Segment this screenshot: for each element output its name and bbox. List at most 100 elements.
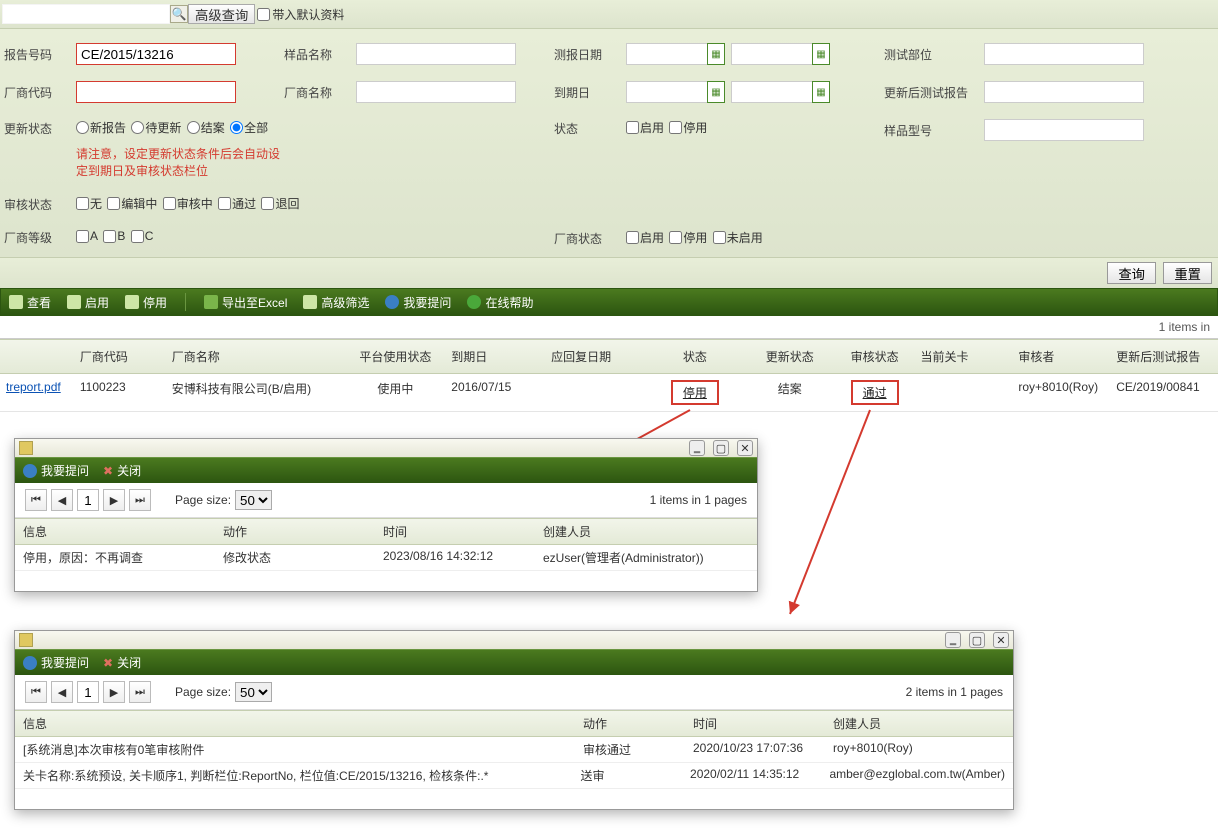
due-date-to-input[interactable] [731,81,813,103]
calendar-icon[interactable]: ▦ [707,81,725,103]
check-c[interactable]: C [131,229,154,243]
pager-count: 2 items in 1 pages [906,685,1003,699]
document-icon [67,295,81,309]
update-status-note: 请注意，设定更新状态条件后会自动设定到期日及审核状态栏位 [76,145,284,179]
close-icon[interactable]: ✕ [737,440,753,456]
check-ss-notyet[interactable]: 未启用 [713,229,763,246]
file-link[interactable]: treport.pdf [6,380,61,394]
check-b[interactable]: B [103,229,125,243]
popup-ask[interactable]: 我要提问 [23,462,89,479]
radio-pending[interactable]: 待更新 [131,119,181,136]
check-editing[interactable]: 编辑中 [107,195,157,212]
calendar-icon[interactable]: ▦ [812,81,830,103]
pager-prev[interactable]: ◀ [51,681,73,703]
cell-due: 2016/07/15 [445,376,545,409]
check-reviewing[interactable]: 审核中 [163,195,213,212]
minimize-icon[interactable]: ‗ [945,632,961,648]
supplier-status-label: 厂商状态 [554,230,614,247]
col-auditor[interactable]: 审核者 [1012,344,1110,369]
check-ss-enable[interactable]: 启用 [626,229,664,246]
update-status-label: 更新状态 [4,120,64,137]
page-size-select[interactable]: 50 [235,682,272,702]
col-code[interactable]: 厂商代码 [74,344,166,369]
advanced-search-button[interactable]: 高级查询 [188,4,255,24]
pager-next[interactable]: ▶ [103,681,125,703]
popup-toolbar: 我要提问 ✖关闭 [15,649,1013,675]
popup-close[interactable]: ✖关闭 [103,654,141,671]
col-platform[interactable]: 平台使用状态 [345,344,445,369]
radio-new[interactable]: 新报告 [76,119,126,136]
report-no-input[interactable] [76,43,236,65]
col-due[interactable]: 到期日 [445,344,545,369]
supplier-code-input[interactable] [76,81,236,103]
document-icon [125,295,139,309]
col-upd[interactable]: 更新状态 [745,344,835,369]
updated-report-input[interactable] [984,81,1144,103]
supplier-code-label: 厂商代码 [4,84,64,101]
popup-ask[interactable]: 我要提问 [23,654,89,671]
col-gate[interactable]: 当前关卡 [915,344,1013,369]
minimize-icon[interactable]: ‗ [689,440,705,456]
pager-first[interactable]: ⏮ [25,489,47,511]
maximize-icon[interactable]: ▢ [713,440,729,456]
sample-name-label: 样品名称 [284,46,344,63]
pager-next[interactable]: ▶ [103,489,125,511]
radio-all[interactable]: 全部 [230,119,268,136]
toolbar-filter[interactable]: 高级筛选 [303,294,369,311]
col-status[interactable]: 状态 [645,344,745,369]
supplier-status-checks: 启用 停用 未启用 [626,229,765,247]
grid-row[interactable]: treport.pdf 1100223 安博科技有限公司(B/启用) 使用中 2… [0,374,1218,412]
radio-closed[interactable]: 结案 [187,119,225,136]
check-passed[interactable]: 通过 [218,195,256,212]
sample-name-input[interactable] [356,43,516,65]
reset-button[interactable]: 重置 [1163,262,1212,284]
toolbar-enable[interactable]: 启用 [67,294,109,311]
maximize-icon[interactable]: ▢ [969,632,985,648]
popup-close[interactable]: ✖关闭 [103,462,141,479]
excel-icon [204,295,218,309]
test-part-input[interactable] [984,43,1144,65]
page-size-label: Page size: [175,493,231,507]
bring-default-label: 带入默认资料 [272,6,344,23]
calendar-icon[interactable]: ▦ [812,43,830,65]
check-a[interactable]: A [76,229,98,243]
sample-type-input[interactable] [984,119,1144,141]
check-enable[interactable]: 启用 [626,119,664,136]
test-date-to-input[interactable] [731,43,813,65]
col-updrep[interactable]: 更新后测试报告 [1110,344,1218,369]
page-size-select[interactable]: 50 [235,490,272,510]
bring-default-checkbox[interactable]: 带入默认资料 [257,6,344,23]
supplier-name-input[interactable] [356,81,516,103]
query-button[interactable]: 查询 [1107,262,1156,284]
col-audit[interactable]: 审核状态 [835,344,915,369]
cell-audit-link[interactable]: 通过 [851,380,899,405]
col-reply[interactable]: 应回复日期 [545,344,645,369]
test-date-from-input[interactable] [626,43,708,65]
toolbar-view[interactable]: 查看 [9,294,51,311]
pager-last[interactable]: ⏭ [129,489,151,511]
pager-current[interactable] [77,681,99,703]
toolbar-export[interactable]: 导出至Excel [204,294,287,311]
popup-audit-log: ‗ ▢ ✕ 我要提问 ✖关闭 ⏮ ◀ ▶ ⏭ Page size:50 2 it… [14,630,1014,810]
col-name[interactable]: 厂商名称 [166,344,346,369]
pager-prev[interactable]: ◀ [51,489,73,511]
check-ss-disable[interactable]: 停用 [669,229,707,246]
filter-icon [303,295,317,309]
search-icon[interactable]: 🔍 [170,5,188,23]
grid-toolbar: 查看 启用 停用 导出至Excel 高级筛选 我要提问 在线帮助 [0,288,1218,316]
toolbar-ask[interactable]: 我要提问 [385,294,451,311]
pager-current[interactable] [77,489,99,511]
pager-last[interactable]: ⏭ [129,681,151,703]
cell-status-link[interactable]: 停用 [671,380,719,405]
due-date-from-input[interactable] [626,81,708,103]
toolbar-disable[interactable]: 停用 [125,294,167,311]
check-returned[interactable]: 退回 [261,195,299,212]
quick-search-input[interactable] [2,4,170,24]
check-disable[interactable]: 停用 [669,119,707,136]
pager-first[interactable]: ⏮ [25,681,47,703]
close-x-icon: ✖ [103,656,113,670]
calendar-icon[interactable]: ▦ [707,43,725,65]
toolbar-help[interactable]: 在线帮助 [467,294,533,311]
check-none[interactable]: 无 [76,195,102,212]
close-icon[interactable]: ✕ [993,632,1009,648]
